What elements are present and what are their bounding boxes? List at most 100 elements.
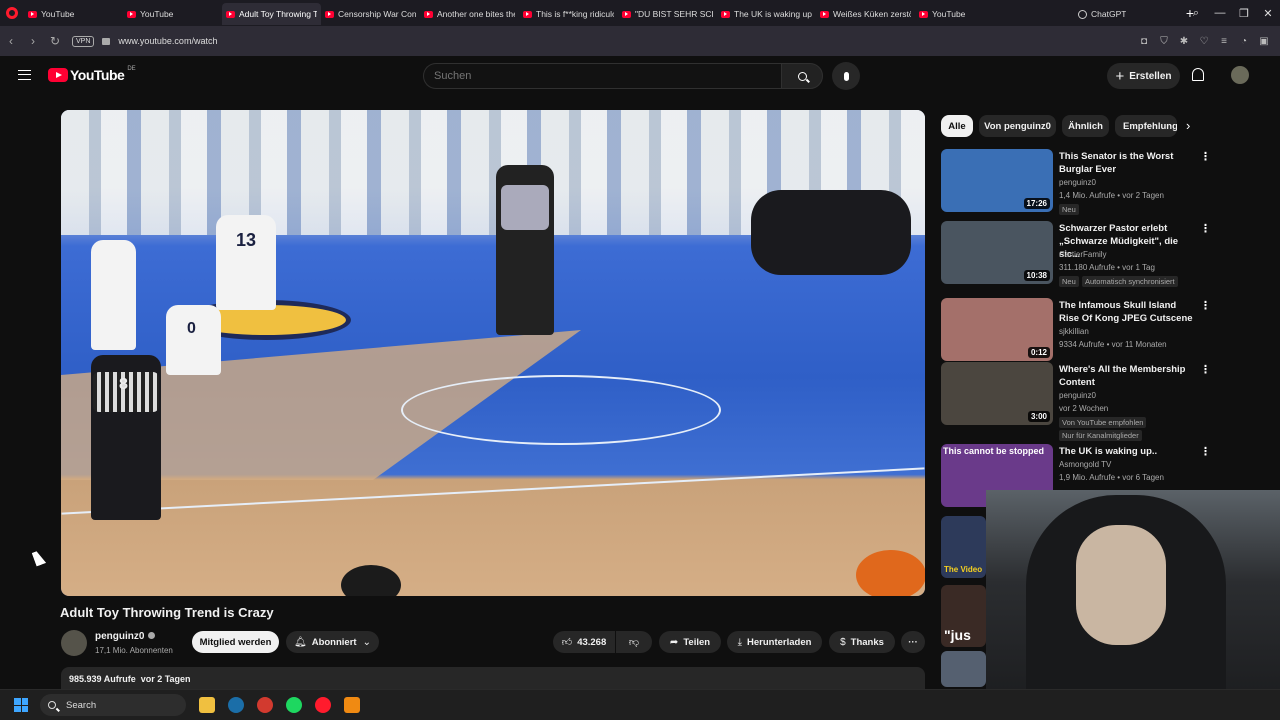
back-icon[interactable]: ‹ bbox=[0, 34, 22, 48]
minimize-icon[interactable]: — bbox=[1208, 7, 1232, 19]
browser-tab[interactable]: The UK is waking up.. bbox=[717, 3, 816, 25]
rec-badge: Von YouTube empfohlen bbox=[1059, 417, 1147, 428]
chevron-right-icon[interactable]: › bbox=[1186, 118, 1190, 133]
rec-thumbnail[interactable]: 0:12 bbox=[941, 298, 1053, 361]
more-vertical-icon[interactable]: ⋮ bbox=[1200, 299, 1211, 312]
notifications-bell-icon[interactable] bbox=[1192, 68, 1204, 81]
forward-icon[interactable]: › bbox=[22, 34, 44, 48]
channel-avatar[interactable] bbox=[61, 630, 87, 656]
hamburger-menu-icon[interactable] bbox=[18, 70, 31, 80]
profile-icon[interactable]: ◔ bbox=[1234, 36, 1254, 47]
chip-from-channel[interactable]: Von penguinz0 bbox=[979, 115, 1056, 137]
shield-icon[interactable]: ⛉ bbox=[1154, 36, 1174, 47]
like-button[interactable]: 👍︎ 43.268 bbox=[553, 631, 615, 653]
chrome-icon[interactable] bbox=[257, 697, 273, 713]
sidebar-icon[interactable]: ▣ bbox=[1254, 36, 1274, 47]
subscribed-button[interactable]: 🔔︎ Abonniert ⌄ bbox=[286, 631, 379, 653]
heart-icon[interactable]: ♡ bbox=[1194, 36, 1214, 47]
account-avatar[interactable] bbox=[1231, 66, 1249, 84]
search-button[interactable] bbox=[781, 63, 823, 89]
chip-all[interactable]: Alle bbox=[941, 115, 973, 137]
browser-tab[interactable]: YouTube bbox=[123, 3, 222, 25]
opera-menu-icon[interactable] bbox=[0, 0, 24, 26]
rec-thumbnail[interactable]: 17:26 bbox=[941, 149, 1053, 212]
youtube-icon bbox=[523, 10, 532, 18]
rec-title[interactable]: The UK is waking up.. bbox=[1059, 445, 1194, 458]
download-button[interactable]: ⤓ Herunterladen bbox=[727, 631, 822, 653]
duration-badge: 10:38 bbox=[1023, 270, 1050, 281]
spotify-icon[interactable] bbox=[286, 697, 302, 713]
browser-tab[interactable]: "DU BIST SEHR SCHÖ bbox=[618, 3, 717, 25]
file-explorer-icon[interactable] bbox=[199, 697, 215, 713]
more-vertical-icon[interactable]: ⋮ bbox=[1200, 222, 1211, 235]
create-button[interactable]: + Erstellen bbox=[1107, 63, 1180, 89]
description-box[interactable]: 985.939 Aufrufe vor 2 Tagen bbox=[61, 667, 925, 689]
rec-thumbnail-partial[interactable] bbox=[941, 651, 986, 687]
search-input[interactable] bbox=[434, 70, 781, 82]
rec-channel[interactable]: penguinz0 bbox=[1059, 391, 1096, 400]
thumbs-up-icon: 👍︎ bbox=[561, 637, 573, 648]
browser-tab[interactable]: Adult Toy Throwing Tr bbox=[222, 3, 321, 25]
voice-search-button[interactable] bbox=[832, 62, 860, 90]
rec-title[interactable]: This Senator is the Worst Burglar Ever bbox=[1059, 150, 1194, 176]
channel-name[interactable]: penguinz0 bbox=[95, 631, 156, 642]
like-count: 43.268 bbox=[577, 636, 607, 648]
taskbar-search[interactable]: Search bbox=[40, 694, 186, 716]
menu-lines-icon[interactable]: ≡ bbox=[1214, 36, 1234, 47]
youtube-icon bbox=[820, 10, 829, 18]
extensions-icon[interactable]: ✱ bbox=[1174, 36, 1194, 47]
join-button[interactable]: Mitglied werden bbox=[192, 631, 279, 653]
youtube-icon bbox=[424, 10, 433, 18]
rec-title[interactable]: The Infamous Skull Island Rise Of Kong J… bbox=[1059, 299, 1194, 325]
youtube-wordmark: YouTube bbox=[70, 67, 125, 83]
windows-start-icon[interactable] bbox=[14, 698, 28, 712]
rec-channel[interactable]: Asmongold TV bbox=[1059, 460, 1111, 469]
browser-tab-label: YouTube bbox=[140, 9, 174, 19]
browser-tab[interactable]: Weißes Küken zerstört bbox=[816, 3, 915, 25]
browser-tab[interactable]: YouTube bbox=[24, 3, 123, 25]
share-button[interactable]: ➦ Teilen bbox=[659, 631, 721, 653]
browser-tab[interactable]: ChatGPT bbox=[1074, 3, 1173, 25]
more-vertical-icon[interactable]: ⋮ bbox=[1200, 150, 1211, 163]
vlc-icon[interactable] bbox=[344, 697, 360, 713]
opera-icon[interactable] bbox=[315, 697, 331, 713]
browser-tab[interactable]: Censorship War Conti bbox=[321, 3, 420, 25]
rec-thumbnail-partial[interactable]: The Video bbox=[941, 516, 986, 578]
vpn-badge[interactable]: VPN bbox=[72, 35, 95, 47]
youtube-icon bbox=[721, 10, 730, 18]
youtube-logo[interactable]: YouTube DE bbox=[48, 66, 136, 83]
more-vertical-icon[interactable]: ⋮ bbox=[1200, 363, 1211, 376]
reload-icon[interactable]: ↻ bbox=[44, 34, 66, 48]
search-box[interactable] bbox=[423, 63, 781, 89]
steam-icon[interactable] bbox=[228, 697, 244, 713]
maximize-icon[interactable]: ❐ bbox=[1232, 7, 1256, 20]
close-icon[interactable]: ✕ bbox=[1256, 7, 1280, 20]
rec-channel[interactable]: sjkkillian bbox=[1059, 327, 1089, 336]
video-player[interactable]: 13 0 8 bbox=[61, 110, 925, 596]
more-actions-button[interactable]: ··· bbox=[901, 631, 925, 653]
browser-tab-label: Weißes Küken zerstört bbox=[833, 9, 911, 19]
tab-search-icon[interactable]: ⌕ bbox=[1184, 7, 1208, 20]
rec-channel[interactable]: penguinz0 bbox=[1059, 178, 1096, 187]
browser-tab[interactable]: This is f**king ridiculo bbox=[519, 3, 618, 25]
more-vertical-icon[interactable]: ⋮ bbox=[1200, 445, 1211, 458]
rec-thumbnail-partial[interactable]: "jus bbox=[941, 585, 986, 647]
chip-recommended[interactable]: Empfehlung bbox=[1115, 115, 1177, 137]
lock-icon[interactable] bbox=[102, 37, 111, 45]
youtube-icon bbox=[622, 10, 631, 18]
share-label: Teilen bbox=[683, 636, 711, 648]
rec-channel[interactable]: CartierFamily bbox=[1059, 250, 1107, 259]
rec-title[interactable]: Where's All the Membership Content bbox=[1059, 363, 1194, 389]
dislike-button[interactable]: 👎︎ bbox=[616, 631, 652, 653]
thanks-button[interactable]: $ Thanks bbox=[829, 631, 895, 653]
chip-related[interactable]: Ähnlich bbox=[1062, 115, 1109, 137]
rec-thumbnail[interactable]: 3:00 bbox=[941, 362, 1053, 425]
browser-tab[interactable]: Another one bites the bbox=[420, 3, 519, 25]
rec-thumbnail[interactable]: 10:38 bbox=[941, 221, 1053, 284]
camera-icon[interactable]: ◘ bbox=[1134, 36, 1154, 47]
browser-tab[interactable]: YouTube bbox=[915, 3, 1014, 25]
duration-badge: 0:12 bbox=[1027, 347, 1050, 358]
url-field[interactable]: www.youtube.com/watch bbox=[118, 36, 217, 46]
thanks-icon: $ bbox=[840, 636, 846, 648]
taskbar-search-icon bbox=[48, 701, 56, 709]
